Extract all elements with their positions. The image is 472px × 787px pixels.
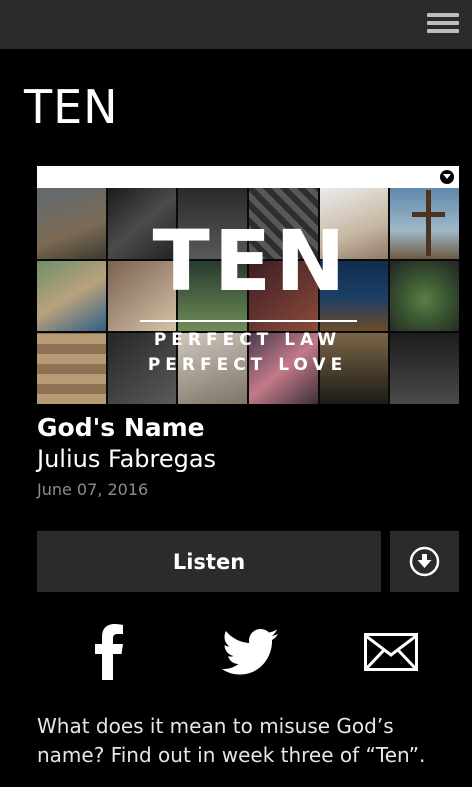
download-button[interactable] bbox=[390, 531, 459, 592]
sermon-description: What does it mean to misuse God’s name? … bbox=[37, 714, 426, 767]
listen-button[interactable]: Listen bbox=[37, 531, 381, 592]
hamburger-menu-icon[interactable] bbox=[427, 13, 459, 35]
chevron-down-icon[interactable] bbox=[440, 170, 454, 184]
artwork-divider bbox=[140, 320, 357, 322]
twitter-icon[interactable] bbox=[222, 628, 278, 676]
top-bar bbox=[0, 0, 472, 49]
menu-line bbox=[427, 21, 459, 25]
photo-tile bbox=[390, 333, 459, 404]
photo-tile bbox=[390, 188, 459, 259]
download-icon bbox=[409, 546, 440, 577]
page-title: TEN bbox=[24, 80, 119, 134]
photo-tile bbox=[390, 260, 459, 332]
sermon-title: God's Name bbox=[37, 413, 205, 442]
facebook-icon[interactable] bbox=[90, 622, 130, 680]
artwork-subtitle-line2: PERFECT LOVE bbox=[147, 355, 348, 375]
cross-beam bbox=[412, 212, 445, 217]
menu-line bbox=[427, 29, 459, 33]
series-artwork: TEN PERFECT LAW PERFECT LOVE bbox=[37, 166, 459, 404]
artwork-logo: TEN bbox=[152, 212, 350, 310]
email-icon[interactable] bbox=[364, 633, 418, 671]
photo-tile bbox=[37, 333, 106, 404]
photo-tile bbox=[37, 260, 106, 332]
speaker-name: Julius Fabregas bbox=[37, 445, 217, 473]
photo-tile bbox=[37, 188, 106, 259]
menu-line bbox=[427, 13, 459, 17]
artwork-top-strip bbox=[37, 166, 459, 188]
cross-icon bbox=[426, 190, 431, 256]
sermon-date: June 07, 2016 bbox=[37, 480, 149, 499]
artwork-subtitle-line1: PERFECT LAW bbox=[153, 330, 342, 350]
